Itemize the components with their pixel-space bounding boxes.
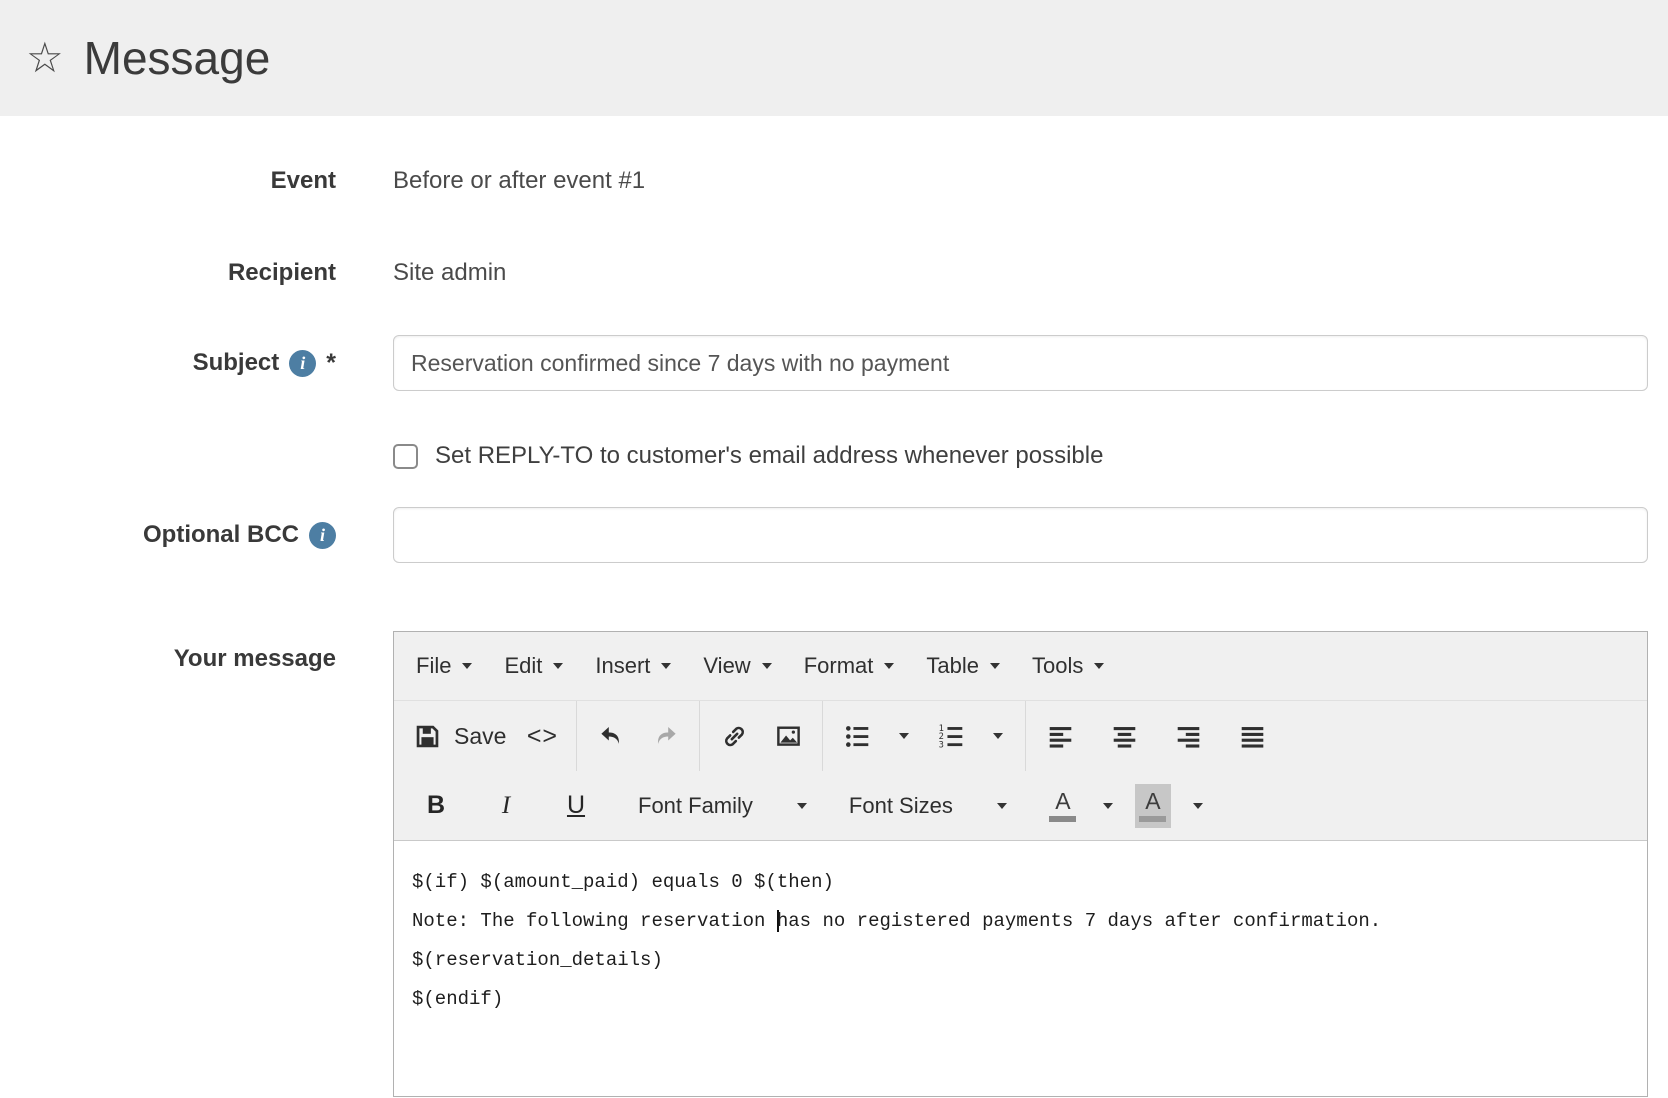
message-body-editable[interactable]: $(if) $(amount_paid) equals 0 $(then) No…	[394, 841, 1647, 1096]
italic-button[interactable]: I	[482, 782, 530, 830]
chevron-down-icon	[553, 663, 563, 669]
required-asterisk: *	[326, 349, 336, 378]
align-left-button[interactable]	[1036, 712, 1084, 760]
editor-toolbar: Save <>	[394, 701, 1647, 841]
align-center-icon	[1111, 723, 1138, 750]
menu-file[interactable]: File	[400, 644, 488, 688]
menu-format[interactable]: Format	[788, 644, 911, 688]
bcc-input[interactable]	[393, 507, 1648, 563]
redo-button[interactable]	[641, 712, 689, 760]
numbered-list-icon: 123	[938, 723, 965, 750]
rich-text-editor: File Edit Insert View Format	[393, 631, 1648, 1097]
recipient-label: Recipient	[0, 259, 336, 287]
message-row: Your message File Edit Insert View	[0, 631, 1668, 1097]
bold-button[interactable]: B	[412, 782, 460, 830]
image-icon	[775, 723, 802, 750]
numbered-list-button[interactable]: 123	[927, 712, 975, 760]
bold-icon: B	[427, 791, 445, 820]
align-right-button[interactable]	[1164, 712, 1212, 760]
background-color-swatch	[1139, 816, 1166, 822]
source-code-icon: <>	[527, 722, 558, 751]
undo-icon	[598, 723, 625, 750]
message-label: Your message	[0, 631, 336, 673]
save-button[interactable]: Save	[408, 712, 512, 760]
info-icon[interactable]: i	[289, 350, 316, 377]
italic-icon: I	[502, 792, 510, 820]
star-icon: ☆	[26, 37, 64, 79]
chevron-down-icon	[899, 733, 909, 739]
font-sizes-select[interactable]: Font Sizes	[831, 782, 1025, 830]
chevron-down-icon	[797, 803, 807, 809]
bcc-label: Optional BCC	[143, 521, 299, 549]
bullet-list-menu-button[interactable]	[887, 714, 921, 758]
reply-to-row: Set REPLY-TO to customer's email address…	[0, 443, 1668, 469]
align-center-button[interactable]	[1100, 712, 1148, 760]
reply-to-option[interactable]: Set REPLY-TO to customer's email address…	[393, 442, 1648, 470]
template-line: $(endif)	[412, 987, 1629, 1011]
menu-tools[interactable]: Tools	[1016, 644, 1120, 688]
background-color-button[interactable]: A	[1135, 784, 1171, 828]
chevron-down-icon	[884, 663, 894, 669]
insert-image-button[interactable]	[764, 712, 812, 760]
text-color-icon: A	[1055, 790, 1070, 813]
align-justify-icon	[1239, 723, 1266, 750]
svg-text:3: 3	[939, 740, 944, 750]
template-line: $(reservation_details)	[412, 948, 1629, 972]
reply-to-checkbox[interactable]	[393, 444, 418, 469]
bullet-list-button[interactable]	[833, 712, 881, 760]
align-right-icon	[1175, 723, 1202, 750]
background-color-menu-button[interactable]	[1181, 784, 1215, 828]
menu-edit[interactable]: Edit	[488, 644, 579, 688]
save-icon	[414, 723, 441, 750]
toolbar-row-2: B I U Font Family	[394, 771, 1647, 841]
page-header: ☆ Message	[0, 0, 1668, 116]
underline-button[interactable]: U	[552, 782, 600, 830]
chevron-down-icon	[990, 663, 1000, 669]
chevron-down-icon	[661, 663, 671, 669]
message-form: Event Before or after event #1 Recipient…	[0, 116, 1668, 1097]
redo-icon	[652, 723, 679, 750]
info-icon[interactable]: i	[309, 522, 336, 549]
bullet-list-icon	[844, 723, 871, 750]
align-justify-button[interactable]	[1228, 712, 1276, 760]
template-line: Note: The following reservation has no r…	[412, 909, 1629, 933]
background-color-icon: A	[1145, 790, 1160, 813]
underline-icon: U	[567, 791, 585, 820]
chevron-down-icon	[993, 733, 1003, 739]
template-line: $(if) $(amount_paid) equals 0 $(then)	[412, 870, 1629, 894]
font-family-select[interactable]: Font Family	[620, 782, 825, 830]
text-color-menu-button[interactable]	[1091, 784, 1125, 828]
text-color-swatch	[1049, 816, 1076, 822]
source-code-button[interactable]: <>	[518, 712, 566, 760]
numbered-list-menu-button[interactable]	[981, 714, 1015, 758]
page-title-text: Message	[84, 31, 271, 85]
event-row: Event Before or after event #1	[0, 166, 1668, 196]
chevron-down-icon	[997, 803, 1007, 809]
recipient-row: Recipient Site admin	[0, 258, 1668, 288]
link-icon	[721, 723, 748, 750]
event-value: Before or after event #1	[393, 167, 1648, 195]
toolbar-row-1: Save <>	[394, 701, 1647, 771]
event-label: Event	[0, 167, 336, 195]
chevron-down-icon	[462, 663, 472, 669]
subject-input[interactable]	[393, 335, 1648, 391]
insert-link-button[interactable]	[710, 712, 758, 760]
recipient-value: Site admin	[393, 259, 1648, 287]
page-title: ☆ Message	[26, 31, 270, 85]
bcc-row: Optional BCC i	[0, 507, 1668, 563]
subject-row: Subject i *	[0, 335, 1668, 391]
undo-button[interactable]	[587, 712, 635, 760]
editor-menubar: File Edit Insert View Format	[394, 632, 1647, 701]
subject-label: Subject	[193, 349, 280, 377]
text-color-button[interactable]: A	[1045, 784, 1081, 828]
align-left-icon	[1047, 723, 1074, 750]
chevron-down-icon	[762, 663, 772, 669]
menu-table[interactable]: Table	[910, 644, 1016, 688]
chevron-down-icon	[1103, 803, 1113, 809]
menu-view[interactable]: View	[687, 644, 787, 688]
chevron-down-icon	[1193, 803, 1203, 809]
reply-to-label: Set REPLY-TO to customer's email address…	[435, 442, 1103, 470]
menu-insert[interactable]: Insert	[579, 644, 687, 688]
chevron-down-icon	[1094, 663, 1104, 669]
